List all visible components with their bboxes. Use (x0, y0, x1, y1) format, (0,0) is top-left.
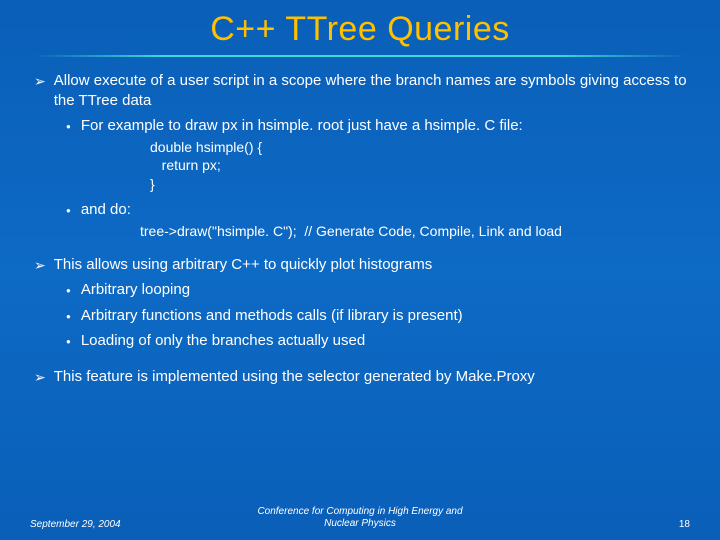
bullet-1-sub-1-text: For example to draw px in hsimple. root … (81, 116, 690, 136)
code-line: } (150, 175, 690, 194)
dot-icon: ● (66, 286, 71, 300)
footer-page: 18 (570, 519, 690, 530)
arrow-icon: ➢ (34, 72, 46, 110)
code-line: tree->draw("hsimple. C"); // Generate Co… (140, 222, 690, 241)
dot-icon: ● (66, 206, 71, 220)
bullet-2-sub-3: ● Loading of only the branches actually … (30, 331, 690, 351)
dot-icon: ● (66, 122, 71, 136)
footer-conf-line: Nuclear Physics (150, 518, 570, 530)
footer-date: September 29, 2004 (30, 519, 150, 530)
bullet-3: ➢ This feature is implemented using the … (30, 367, 690, 387)
bullet-2-sub-3-text: Loading of only the branches actually us… (81, 331, 690, 351)
bullet-1-text: Allow execute of a user script in a scop… (54, 71, 690, 110)
title-divider (30, 55, 690, 57)
code-block-2: tree->draw("hsimple. C"); // Generate Co… (30, 222, 690, 241)
bullet-1-sub-2: ● and do: (30, 200, 690, 220)
bullet-2-text: This allows using arbitrary C++ to quick… (54, 255, 690, 275)
bullet-2: ➢ This allows using arbitrary C++ to qui… (30, 255, 690, 275)
bullet-3-text: This feature is implemented using the se… (54, 367, 690, 387)
code-block-1: double hsimple() { return px; } (30, 138, 690, 195)
arrow-icon: ➢ (34, 256, 46, 275)
slide: C++ TTree Queries ➢ Allow execute of a u… (0, 0, 720, 540)
bullet-1-sub-2-text: and do: (81, 200, 690, 220)
footer-conf-line: Conference for Computing in High Energy … (150, 506, 570, 518)
bullet-2-sub-2-text: Arbitrary functions and methods calls (i… (81, 306, 690, 326)
footer: September 29, 2004 Conference for Comput… (30, 506, 690, 530)
footer-conference: Conference for Computing in High Energy … (150, 506, 570, 530)
bullet-2-sub-1: ● Arbitrary looping (30, 280, 690, 300)
code-line: return px; (150, 156, 690, 175)
bullet-1: ➢ Allow execute of a user script in a sc… (30, 71, 690, 110)
dot-icon: ● (66, 337, 71, 351)
bullet-1-sub-1: ● For example to draw px in hsimple. roo… (30, 116, 690, 136)
arrow-icon: ➢ (34, 368, 46, 387)
slide-content: ➢ Allow execute of a user script in a sc… (30, 71, 690, 386)
dot-icon: ● (66, 312, 71, 326)
bullet-2-sub-2: ● Arbitrary functions and methods calls … (30, 306, 690, 326)
slide-title: C++ TTree Queries (30, 10, 690, 49)
bullet-2-sub-1-text: Arbitrary looping (81, 280, 690, 300)
code-line: double hsimple() { (150, 138, 690, 157)
